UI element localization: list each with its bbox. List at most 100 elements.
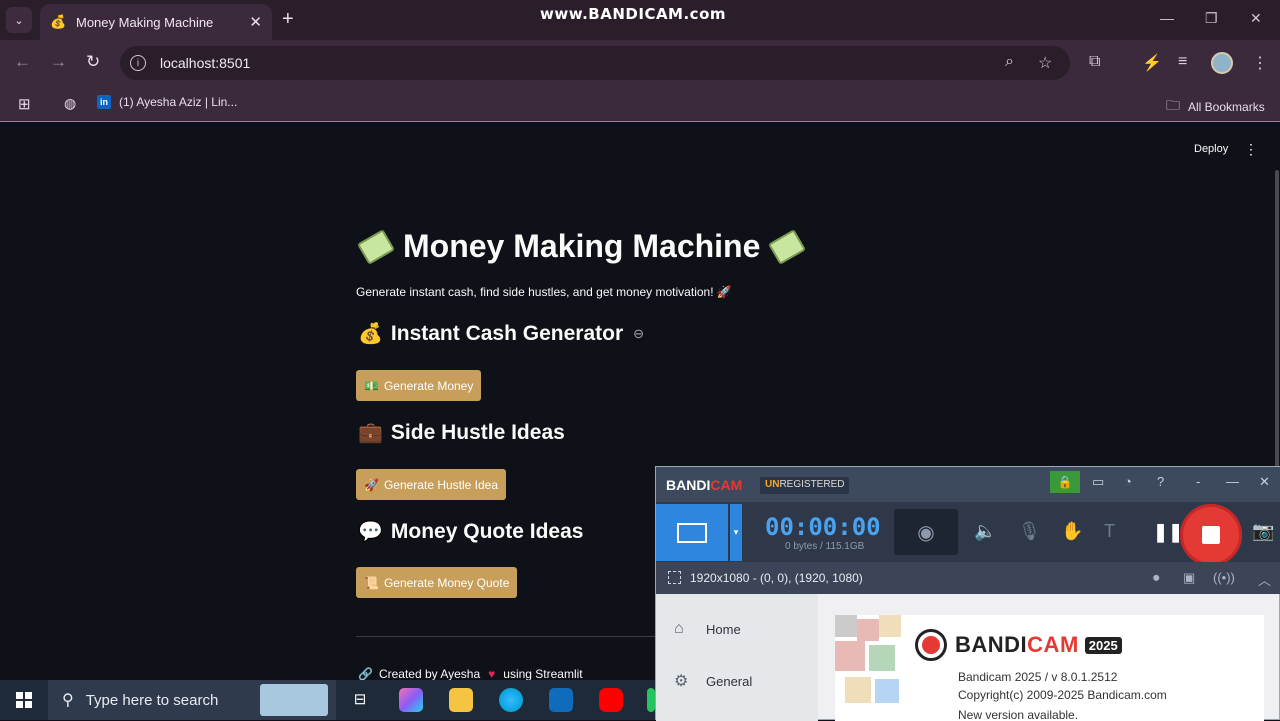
bookmark-linkedin[interactable]: in (1) Ayesha Aziz | Lin... xyxy=(97,95,237,109)
performance-icon[interactable]: ⚡ xyxy=(1142,53,1162,73)
new-tab-button[interactable]: + xyxy=(282,8,294,31)
edge-icon[interactable] xyxy=(499,688,523,712)
hand-icon[interactable]: ✋ xyxy=(1061,521,1083,542)
help-icon[interactable]: ? xyxy=(1157,474,1164,489)
selection-icon xyxy=(668,571,681,584)
bandicam-titlebar: BANDICAM UNREGISTERED 🔒 ▭ ◔ ? - — ✕ xyxy=(656,467,1280,502)
extensions-icon[interactable]: ⧉ xyxy=(1089,53,1100,71)
sidebar-item-general[interactable]: ⚙ General xyxy=(674,671,752,691)
webcam-icon[interactable]: ◉ xyxy=(894,509,958,555)
tab-search-button[interactable]: ⌄ xyxy=(6,7,32,33)
money-with-wings-icon xyxy=(768,228,807,265)
apps-icon[interactable]: ⊞ xyxy=(18,95,31,113)
site-info-icon[interactable]: i xyxy=(130,55,146,71)
outlook-icon[interactable] xyxy=(549,688,573,712)
rocket-icon: 🚀 xyxy=(364,477,379,492)
zoom-icon[interactable]: ⌕ xyxy=(1005,53,1014,71)
folder-icon[interactable]: ▭ xyxy=(1092,474,1104,490)
rectangle-mode-icon xyxy=(677,522,707,543)
stop-icon xyxy=(1202,526,1220,544)
globe-icon[interactable]: ◍ xyxy=(64,95,76,112)
generate-quote-button[interactable]: 📜 Generate Money Quote xyxy=(356,567,518,598)
unregistered-badge[interactable]: UNREGISTERED xyxy=(760,477,850,494)
url-text: localhost:8501 xyxy=(160,55,251,71)
link-icon: 🔗 xyxy=(358,667,373,681)
bandicam-watermark: www.BANDICAM.com xyxy=(540,5,727,23)
copilot-icon[interactable] xyxy=(399,688,423,712)
video-icon[interactable]: ⏺ xyxy=(1153,570,1160,586)
browser-titlebar: ⌄ 💰 Money Making Machine ✕ + www.BANDICA… xyxy=(0,0,1280,40)
minimize-button[interactable]: — xyxy=(1160,10,1174,26)
heart-icon: ♥ xyxy=(488,667,496,681)
file-size: 0 bytes / 115.1GB xyxy=(785,541,865,552)
scroll-icon: 📜 xyxy=(364,575,379,590)
version-text: Bandicam 2025 / v 8.0.1.2512 xyxy=(958,670,1118,684)
new-version-link[interactable]: New version available. xyxy=(958,708,1078,721)
windows-taskbar: ⚲ Type here to search ⊟ xyxy=(0,680,655,720)
year-badge: 2025 xyxy=(1084,636,1122,654)
home-icon: ⌂ xyxy=(674,620,684,637)
pause-icon[interactable]: ❚❚ xyxy=(1153,522,1183,543)
deploy-button[interactable]: Deploy xyxy=(1194,143,1228,155)
speech-bubble-icon: 💬 xyxy=(358,521,383,543)
money-bag-icon: 💰 xyxy=(50,14,67,29)
collapse-icon[interactable]: - xyxy=(1196,474,1200,489)
camera-icon[interactable]: 📷 xyxy=(1252,521,1274,542)
page-subtitle: Generate instant cash, find side hustles… xyxy=(356,285,732,299)
minimize-icon[interactable]: — xyxy=(1226,474,1239,489)
media-icon[interactable]: ≡ xyxy=(1178,53,1187,71)
section-heading-quote: 💬 Money Quote Ideas xyxy=(358,519,584,544)
lock-icon[interactable]: 🔒 xyxy=(1050,471,1080,493)
clock-icon[interactable]: ◔ xyxy=(1124,474,1132,489)
resolution-text: 1920x1080 - (0, 0), (1920, 1080) xyxy=(690,571,863,585)
page-title: Money Making Machine xyxy=(357,228,807,265)
generate-money-button[interactable]: 💵 Generate Money xyxy=(356,370,482,401)
screen-mode-button[interactable] xyxy=(656,504,728,561)
anchor-link-icon[interactable]: ⊖ xyxy=(633,326,644,342)
browser-toolbar: ← → ↻ i localhost:8501 ⌕ ☆ ⧉ ⚡ ≡ ⋮ xyxy=(0,40,1280,86)
all-bookmarks[interactable]: 🗀 All Bookmarks xyxy=(1166,95,1265,119)
bookmark-star-icon[interactable]: ☆ xyxy=(1038,53,1052,73)
close-icon[interactable]: ✕ xyxy=(1259,474,1270,490)
forward-icon[interactable]: → xyxy=(50,52,67,72)
youtube-icon[interactable] xyxy=(599,688,623,712)
reload-icon[interactable]: ↻ xyxy=(86,52,100,72)
sidebar-item-home[interactable]: ⌂ Home xyxy=(674,620,741,638)
address-bar[interactable]: i localhost:8501 xyxy=(120,46,1070,80)
app-menu-icon[interactable]: ⋮ xyxy=(1244,141,1258,158)
search-icon: ⚲ xyxy=(62,692,74,709)
menu-icon[interactable]: ⋮ xyxy=(1252,53,1268,73)
footer: 🔗 Created by Ayesha ♥ using Streamlit xyxy=(358,667,583,681)
back-icon[interactable]: ← xyxy=(14,52,31,72)
taskbar-search[interactable]: ⚲ Type here to search xyxy=(48,680,336,720)
bandicam-home-panel: BANDICAM 2025 Bandicam 2025 / v 8.0.1.25… xyxy=(835,615,1264,721)
restore-button[interactable]: ❐ xyxy=(1205,10,1218,27)
profile-avatar[interactable] xyxy=(1211,52,1233,74)
page-scrollbar[interactable] xyxy=(1275,170,1279,470)
briefcase-icon: 💼 xyxy=(358,422,383,444)
search-highlight-image xyxy=(260,684,328,716)
image-icon[interactable]: ▣ xyxy=(1183,570,1195,586)
text-icon[interactable]: T xyxy=(1104,521,1115,542)
task-view-icon[interactable]: ⊟ xyxy=(348,688,372,712)
close-tab-icon[interactable]: ✕ xyxy=(249,13,262,31)
divider xyxy=(356,636,656,637)
record-logo-icon xyxy=(915,629,947,661)
file-explorer-icon[interactable] xyxy=(449,688,473,712)
bookmarks-bar: ⊞ ◍ in (1) Ayesha Aziz | Lin... 🗀 All Bo… xyxy=(0,86,1280,122)
chevron-up-icon[interactable]: ︿ xyxy=(1258,570,1271,589)
broadcast-icon[interactable]: ((•)) xyxy=(1213,570,1235,585)
speaker-icon[interactable]: 🔈 xyxy=(974,521,996,542)
tab-title: Money Making Machine xyxy=(76,14,214,30)
stop-record-button[interactable] xyxy=(1180,504,1242,566)
mode-dropdown-icon[interactable]: ▾ xyxy=(730,504,742,561)
microphone-icon[interactable]: 🎙 xyxy=(1018,521,1041,542)
gear-icon: ⚙ xyxy=(674,673,689,690)
app-icon[interactable] xyxy=(647,688,655,712)
windows-start-icon[interactable] xyxy=(16,692,32,708)
browser-tab[interactable]: 💰 Money Making Machine ✕ xyxy=(40,4,272,40)
bandicam-window: BANDICAM UNREGISTERED 🔒 ▭ ◔ ? - — ✕ ▾ 00… xyxy=(655,466,1280,721)
generate-hustle-button[interactable]: 🚀 Generate Hustle Idea xyxy=(356,469,507,500)
decorative-mosaic xyxy=(835,615,905,721)
close-window-button[interactable]: ✕ xyxy=(1250,10,1262,27)
